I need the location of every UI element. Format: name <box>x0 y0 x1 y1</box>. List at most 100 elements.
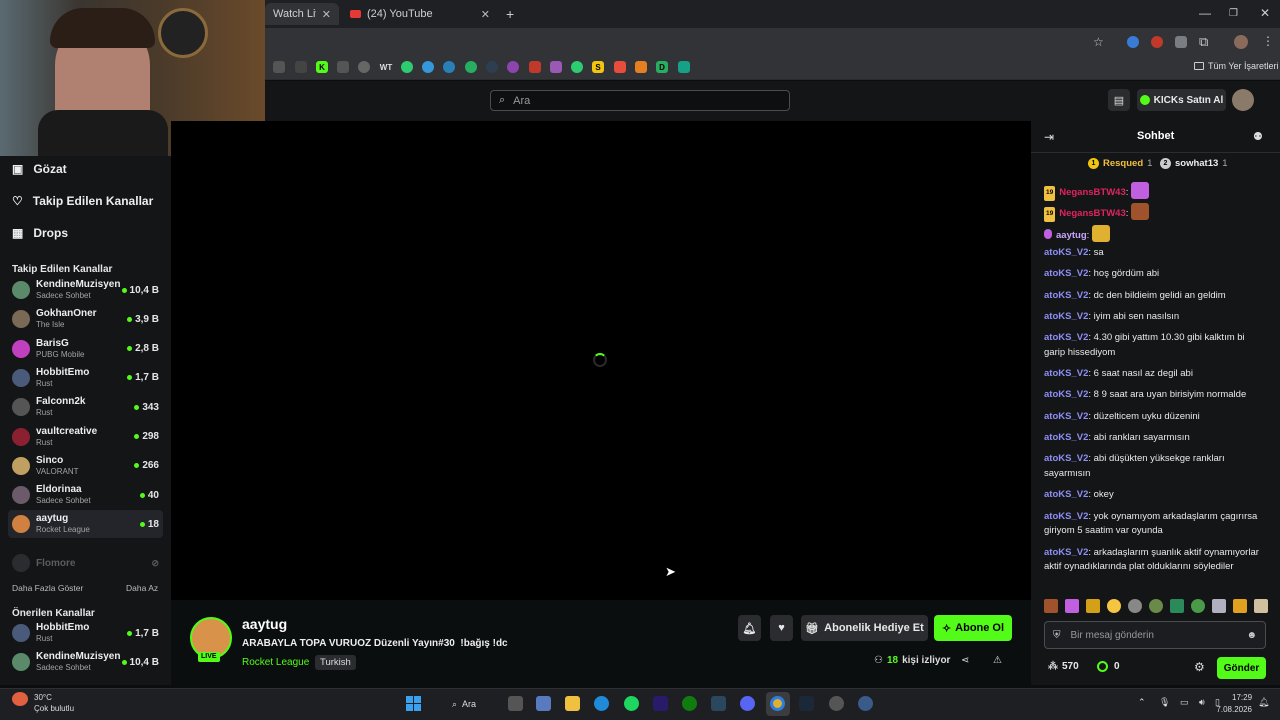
tab-youtube[interactable]: (24) YouTube ✕ <box>342 3 498 25</box>
bookmark-icon[interactable] <box>443 61 455 73</box>
bookmark-icon[interactable] <box>635 61 647 73</box>
bookmark-icon[interactable] <box>614 61 626 73</box>
emote-icon[interactable] <box>1170 599 1184 613</box>
new-tab-button[interactable]: + <box>506 6 514 22</box>
steam-icon[interactable] <box>799 696 814 711</box>
chat-username[interactable]: atoKS_V2 <box>1044 389 1088 400</box>
chat-username[interactable]: atoKS_V2 <box>1044 547 1088 558</box>
bookmark-icon[interactable]: S <box>592 61 604 73</box>
channel-name[interactable]: aaytug <box>242 616 287 632</box>
send-button[interactable]: Gönder <box>1217 657 1266 679</box>
emote-icon[interactable] <box>1107 599 1121 613</box>
channel-row[interactable]: aaytug Rocket League 18 <box>8 510 163 539</box>
bookmark-icon[interactable] <box>273 61 285 73</box>
weather-icon[interactable] <box>12 692 28 706</box>
language-tag[interactable]: Turkish <box>315 655 356 670</box>
tab-kick[interactable]: Watch Live on ✕ <box>265 3 339 25</box>
channel-row[interactable]: BarisG PUBG Mobile 2,8 B <box>8 335 163 363</box>
chat-username[interactable]: atoKS_V2 <box>1044 332 1088 343</box>
nav-following[interactable]: ♡ Takip Edilen Kanallar <box>12 191 153 211</box>
channel-row[interactable]: HobbitEmo Rust 1,7 B <box>8 364 163 392</box>
bookmark-icon[interactable] <box>529 61 541 73</box>
bookmark-icon[interactable] <box>465 61 477 73</box>
extension-icon[interactable] <box>1127 36 1139 48</box>
emote-icon[interactable] <box>1086 599 1100 613</box>
bookmark-icon[interactable] <box>507 61 519 73</box>
offline-channel[interactable]: Flomore ⊘ <box>12 554 159 572</box>
channel-row[interactable]: Sinco VALORANT 266 <box>8 452 163 480</box>
steam-icon[interactable] <box>711 696 726 711</box>
chat-username[interactable]: atoKS_V2 <box>1044 511 1088 522</box>
xbox-icon[interactable] <box>682 696 697 711</box>
emote-icon[interactable] <box>1212 599 1226 613</box>
kick-bookmark-icon[interactable]: K <box>316 61 328 73</box>
notification-icon[interactable]: 🔔︎ <box>1258 697 1269 708</box>
close-tab-icon[interactable]: ✕ <box>322 8 331 21</box>
store-icon[interactable] <box>536 696 551 711</box>
clock-time[interactable]: 17:29 <box>1232 693 1252 702</box>
star-icon[interactable]: ☆ <box>1093 35 1104 49</box>
record-extension-icon[interactable] <box>1151 36 1163 48</box>
app-icon[interactable] <box>858 696 873 711</box>
search-input[interactable]: ⌕ Ara <box>490 90 790 111</box>
file-explorer-icon[interactable] <box>565 696 580 711</box>
buy-kicks-button[interactable]: KICKs Satın Al <box>1137 89 1226 111</box>
emote-icon[interactable] <box>1191 599 1205 613</box>
kicks-balance[interactable]: 0 <box>1097 661 1120 672</box>
globe-bookmark-icon[interactable] <box>358 61 370 73</box>
show-more-link[interactable]: Daha Fazla Göster <box>12 583 83 593</box>
notification-bell-button[interactable]: 🔔︎ <box>738 615 761 641</box>
bookmark-icon[interactable] <box>571 61 583 73</box>
chat-username[interactable]: atoKS_V2 <box>1044 311 1088 322</box>
bookmark-icon[interactable]: WT <box>379 61 393 73</box>
emote-icon[interactable] <box>1128 599 1142 613</box>
all-bookmarks-folder[interactable]: Tüm Yer İşaretleri <box>1194 61 1279 71</box>
emote-icon[interactable] <box>1149 599 1163 613</box>
chat-username[interactable]: NegansBTW43 <box>1059 187 1126 198</box>
report-icon[interactable]: ⚠︎ <box>993 655 1002 666</box>
premiere-icon[interactable] <box>653 696 668 711</box>
close-tab-icon[interactable]: ✕ <box>481 8 490 21</box>
collapse-chat-icon[interactable]: ⇥ <box>1044 130 1054 144</box>
chat-username[interactable]: atoKS_V2 <box>1044 247 1088 258</box>
user-avatar[interactable] <box>1232 89 1254 111</box>
emote-icon[interactable] <box>1044 599 1058 613</box>
chat-settings-gear-icon[interactable]: ⚙ <box>1194 660 1205 674</box>
chat-username[interactable]: atoKS_V2 <box>1044 489 1088 500</box>
chat-username[interactable]: atoKS_V2 <box>1044 368 1088 379</box>
weather-temp[interactable]: 30°C <box>34 693 52 702</box>
nav-browse[interactable]: ▣ Gözat <box>12 159 67 179</box>
emote-icon[interactable] <box>1233 599 1247 613</box>
emote-icon[interactable] <box>1254 599 1268 613</box>
share-icon[interactable]: ⋖ <box>961 655 969 666</box>
close-window-icon[interactable]: ✕ <box>1260 6 1270 20</box>
category-link[interactable]: Rocket League <box>242 657 309 668</box>
chat-username[interactable]: atoKS_V2 <box>1044 453 1088 464</box>
emoji-icon[interactable]: ☻ <box>1246 630 1257 641</box>
channel-row[interactable]: KendineMuzisyen Sadece Sohbet 10,4 B <box>8 648 163 676</box>
app-icon[interactable] <box>829 696 844 711</box>
channel-row[interactable]: KendineMuzisyen Sadece Sohbet 10,4 B <box>8 276 163 304</box>
channel-row[interactable]: Falconn2k Rust 343 <box>8 393 163 421</box>
chat-username[interactable]: aaytug <box>1056 230 1087 241</box>
microphone-icon[interactable]: 🎙︎ <box>1159 697 1170 708</box>
extensions-puzzle-icon[interactable]: ⧉ <box>1199 34 1208 50</box>
gift-subscription-button[interactable]: 🎁︎ Abonelik Hediye Et <box>801 615 928 641</box>
network-icon[interactable]: ▭ <box>1180 697 1189 708</box>
bookmark-icon[interactable] <box>401 61 413 73</box>
menu-dots-icon[interactable]: ⋮ <box>1262 34 1274 48</box>
channel-row[interactable]: GokhanOner The Isle 3,9 B <box>8 305 163 333</box>
tray-chevron-icon[interactable]: ⌃ <box>1138 697 1146 708</box>
spotify-icon[interactable] <box>624 696 639 711</box>
bookmark-icon[interactable] <box>337 61 349 73</box>
nav-drops[interactable]: ▦ Drops <box>12 223 68 243</box>
task-view-icon[interactable] <box>508 696 523 711</box>
emote-icon[interactable] <box>1065 599 1079 613</box>
taskbar-search[interactable]: ⌕ Ara <box>444 697 496 711</box>
edge-icon[interactable] <box>594 696 609 711</box>
chat-input[interactable]: ⛨ Bir mesaj gönderin ☻ <box>1044 621 1266 649</box>
subscribe-button[interactable]: ✧ Abone Ol <box>934 615 1012 641</box>
bookmark-icon[interactable] <box>295 61 307 73</box>
chat-username[interactable]: atoKS_V2 <box>1044 268 1088 279</box>
volume-icon[interactable]: 🔊︎ <box>1199 697 1205 708</box>
